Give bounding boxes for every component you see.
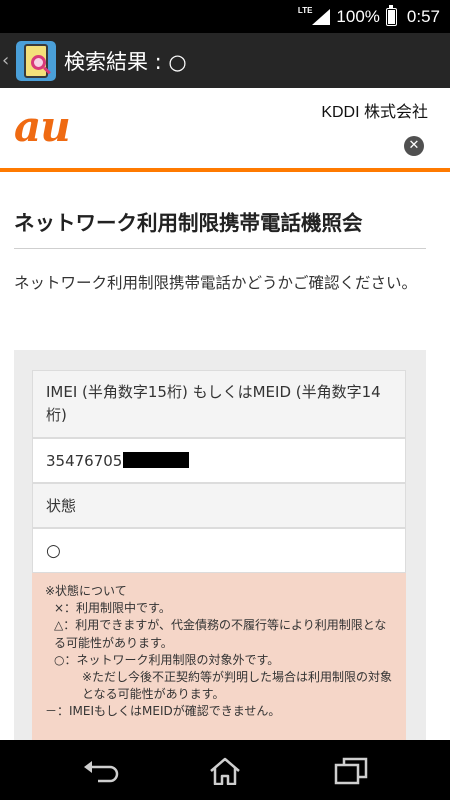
web-content: au KDDI 株式会社 ✕ ネットワーク利用制限携帯電話機照会 ネットワーク利… bbox=[0, 88, 450, 740]
up-chevron-icon[interactable]: ‹ bbox=[2, 50, 14, 71]
result-panel: IMEI (半角数字15桁) もしくはMEID (半角数字14桁) 354767… bbox=[14, 350, 426, 740]
back-icon[interactable] bbox=[82, 757, 122, 785]
note-item: ※ただし今後不正契約等が判明した場合は利用制限の対象となる可能性があります。 bbox=[82, 670, 393, 702]
redaction-bar bbox=[123, 452, 190, 468]
status-label: 状態 bbox=[32, 483, 406, 528]
navigation-bar bbox=[0, 740, 450, 800]
au-logo[interactable]: au bbox=[14, 102, 71, 151]
site-header: au KDDI 株式会社 ✕ bbox=[0, 88, 450, 172]
signal-icon bbox=[312, 8, 331, 25]
status-notes: ※状態について ×：利用制限中です。 △：利用できますが、代金債務の不履行等によ… bbox=[32, 573, 406, 740]
status-bar: LTE 100% 0:57 bbox=[0, 0, 450, 33]
lte-indicator: LTE bbox=[297, 6, 313, 15]
imei-value: 35476705 bbox=[32, 438, 406, 483]
battery-percent: 100% bbox=[336, 6, 380, 26]
action-bar: ‹ 検索結果 : ○ bbox=[0, 33, 450, 88]
recent-apps-icon[interactable] bbox=[330, 757, 370, 785]
status-value: ○ bbox=[32, 528, 406, 573]
note-item: －：IMEIもしくはMEIDが確認できません。 bbox=[45, 704, 281, 719]
close-icon[interactable]: ✕ bbox=[404, 136, 424, 156]
home-icon[interactable] bbox=[205, 757, 245, 785]
company-name: KDDI 株式会社 bbox=[321, 104, 428, 121]
clock: 0:57 bbox=[406, 6, 440, 26]
note-item: △：利用できますが、代金債務の不履行等により利用制限となる可能性があります。 bbox=[54, 618, 387, 650]
imei-label: IMEI (半角数字15桁) もしくはMEID (半角数字14桁) bbox=[32, 370, 406, 438]
actionbar-title: 検索結果 : ○ bbox=[64, 49, 187, 74]
note-item: ×：利用制限中です。 bbox=[54, 601, 171, 616]
notes-heading: ※状態について bbox=[45, 584, 127, 598]
imei-number: 35476705 bbox=[46, 452, 123, 470]
app-icon[interactable] bbox=[16, 40, 56, 81]
intro-text: ネットワーク利用制限携帯電話かどうかご確認ください。 bbox=[14, 274, 418, 292]
note-item: ○：ネットワーク利用制限の対象外です。 bbox=[54, 652, 280, 667]
battery-icon bbox=[385, 4, 397, 26]
page-title: ネットワーク利用制限携帯電話機照会 bbox=[14, 206, 426, 249]
